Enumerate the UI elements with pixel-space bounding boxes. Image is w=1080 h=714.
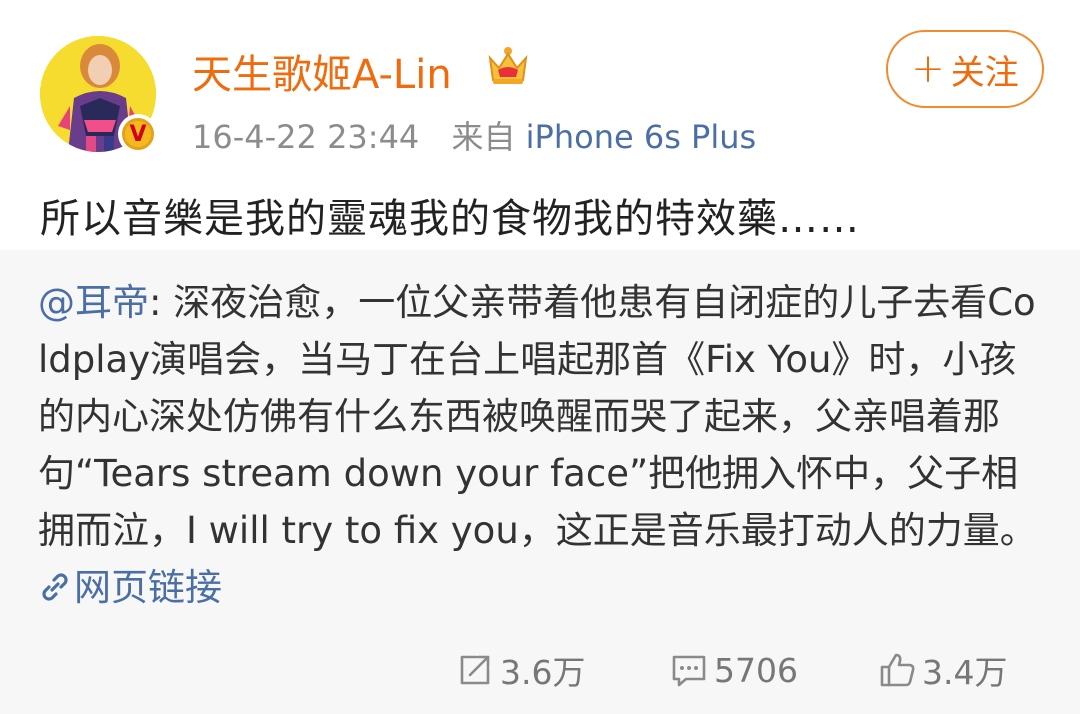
post-source-link[interactable]: iPhone 6s Plus (526, 118, 757, 156)
post-meta: 16-4-22 23:44 来自 iPhone 6s Plus (192, 112, 756, 158)
web-link-label: 网页链接 (74, 566, 222, 609)
like-count: 3.4万 (922, 653, 1008, 692)
mention-link[interactable]: @耳帝 (38, 281, 149, 324)
follow-label: 关注 (950, 52, 1019, 93)
post-time: 16-4-22 23:44 (192, 118, 420, 156)
link-icon (42, 573, 68, 601)
verified-badge-icon: V (118, 114, 158, 154)
repost-button[interactable]: 3.6万 (456, 640, 585, 700)
like-button[interactable]: 3.4万 (878, 640, 1007, 700)
verified-mark: V (122, 118, 154, 150)
source-prefix: 来自 (451, 118, 516, 156)
plus-icon: + (911, 46, 945, 92)
comment-button[interactable]: 5706 (670, 640, 798, 700)
action-bar: 3.6万 5706 3.4万 (0, 640, 1080, 700)
comment-count: 5706 (714, 650, 798, 690)
comment-icon (672, 655, 706, 687)
username[interactable]: 天生歌姬A-Lin (192, 42, 452, 100)
post-text: 所以音樂是我的靈魂我的食物我的特效藥…… (40, 196, 860, 242)
repost-body: @耳帝: 深夜治愈，一位父亲带着他患有自闭症的儿子去看Coldplay演唱会，当… (38, 274, 1042, 616)
repost-text: : 深夜治愈，一位父亲带着他患有自闭症的儿子去看Coldplay演唱会，当马丁在… (38, 281, 1037, 552)
crown-icon (488, 47, 528, 84)
web-link[interactable]: 网页链接 (38, 566, 222, 609)
repost-card[interactable]: @耳帝: 深夜治愈，一位父亲带着他患有自闭症的儿子去看Coldplay演唱会，当… (0, 250, 1080, 714)
thumbs-up-icon (880, 653, 915, 687)
follow-button[interactable]: + 关注 (886, 30, 1044, 108)
repost-icon (460, 655, 490, 685)
repost-count: 3.6万 (500, 653, 586, 692)
